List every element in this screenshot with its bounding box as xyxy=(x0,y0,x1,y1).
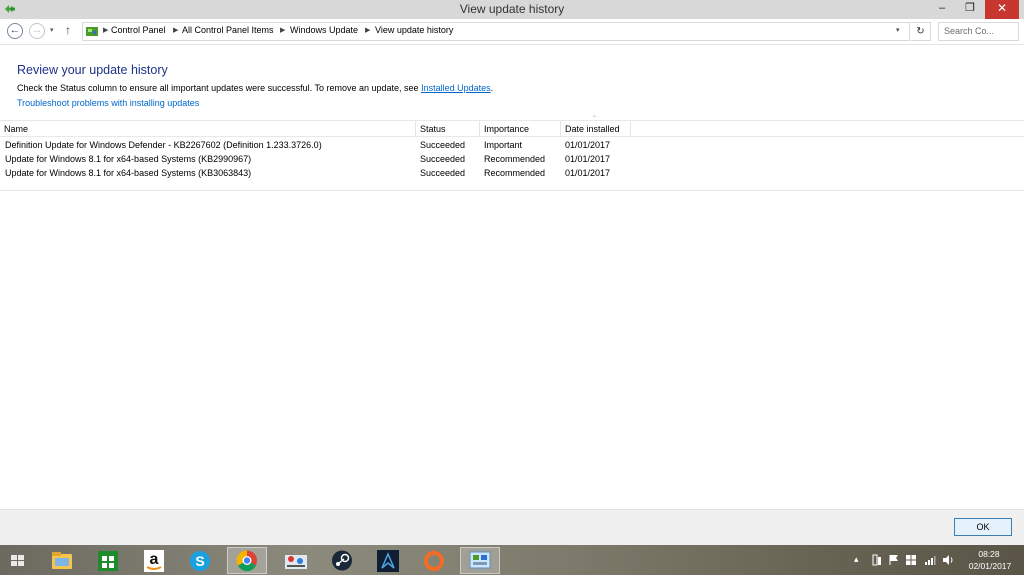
taskbar-file-explorer[interactable] xyxy=(42,547,82,574)
device-icon[interactable] xyxy=(871,554,883,566)
column-header-status[interactable]: Status xyxy=(416,124,446,138)
dark-app-icon xyxy=(377,550,399,572)
search-input[interactable]: Search Co... xyxy=(938,22,1019,41)
close-button[interactable]: ✕ xyxy=(985,0,1019,19)
address-bar[interactable]: ▶ Control Panel ▶ All Control Panel Item… xyxy=(82,22,910,41)
table-divider xyxy=(0,190,1024,191)
title-bar: View update history – ❐ ✕ xyxy=(0,0,1024,19)
breadcrumb-separator-icon: ▶ xyxy=(280,27,286,34)
table-row[interactable]: Update for Windows 8.1 for x64-based Sys… xyxy=(0,153,1024,167)
start-button-icon xyxy=(11,555,24,566)
clock-date[interactable]: 02/01/2017 xyxy=(965,561,1015,571)
taskbar-dark-app[interactable] xyxy=(368,547,408,574)
action-center-flag-icon[interactable] xyxy=(888,554,900,566)
taskbar-skype[interactable]: S xyxy=(180,547,220,574)
system-tray: ▴ 08:28 02/01/2017 xyxy=(850,545,1024,575)
update-importance: Recommended xyxy=(484,168,546,178)
refresh-button[interactable]: ↻ xyxy=(911,22,931,41)
origin-icon xyxy=(424,549,444,571)
column-header-date-installed[interactable]: Date installed xyxy=(561,124,620,138)
up-button[interactable]: ↑ xyxy=(65,23,71,37)
breadcrumb-view-update-history[interactable]: View update history xyxy=(375,25,453,35)
update-status: Succeeded xyxy=(420,154,466,164)
breadcrumb-separator-icon: ▶ xyxy=(103,27,109,34)
column-header-importance[interactable]: Importance xyxy=(480,124,529,138)
page-title: Review your update history xyxy=(17,63,168,77)
update-name: Update for Windows 8.1 for x64-based Sys… xyxy=(5,154,252,164)
table-row[interactable]: Update for Windows 8.1 for x64-based Sys… xyxy=(0,167,1024,181)
update-status: Succeeded xyxy=(420,168,466,178)
command-area: OK xyxy=(0,509,1024,545)
taskbar: a S ▴ 08:28 02/01/2017 xyxy=(0,545,1024,575)
update-date: 01/01/2017 xyxy=(565,154,611,164)
update-date: 01/01/2017 xyxy=(565,140,611,150)
description-prefix: Check the Status column to ensure all im… xyxy=(17,83,422,93)
column-divider[interactable] xyxy=(630,121,631,137)
network-signal-icon[interactable] xyxy=(924,554,936,566)
update-name: Definition Update for Windows Defender -… xyxy=(5,140,322,150)
update-status: Succeeded xyxy=(420,140,466,150)
installed-updates-link[interactable]: Installed Updates xyxy=(421,83,491,93)
breadcrumb-separator-icon: ▶ xyxy=(365,27,371,34)
breadcrumb-separator-icon: ▶ xyxy=(173,27,179,34)
svg-text:S: S xyxy=(195,553,204,569)
table-header: Name Status Importance Date installed xyxy=(0,120,1024,137)
update-date: 01/01/2017 xyxy=(565,168,611,178)
steam-icon xyxy=(332,550,352,571)
start-button[interactable] xyxy=(0,547,36,574)
amazon-icon: a xyxy=(144,550,164,572)
breadcrumb-control-panel[interactable]: Control Panel xyxy=(111,25,166,35)
control-panel-icon xyxy=(469,551,491,569)
taskbar-amazon[interactable]: a xyxy=(134,547,174,574)
breadcrumb-all-control-panel-items[interactable]: All Control Panel Items xyxy=(182,25,274,35)
search-placeholder: Search Co... xyxy=(944,26,995,36)
file-explorer-icon xyxy=(52,552,72,569)
description-suffix: . xyxy=(490,83,494,93)
update-importance: Important xyxy=(484,140,523,150)
column-header-name[interactable]: Name xyxy=(0,124,28,138)
update-name: Update for Windows 8.1 for x64-based Sys… xyxy=(5,168,252,178)
taskbar-origin[interactable] xyxy=(414,547,454,574)
address-dropdown-icon[interactable]: ▾ xyxy=(896,26,900,34)
table-row[interactable]: Definition Update for Windows Defender -… xyxy=(0,139,1024,153)
restore-button[interactable]: ❐ xyxy=(956,0,984,19)
navigation-bar: ← → ▾ ↑ ▶ Control Panel ▶ All Control Pa… xyxy=(0,19,1024,45)
description-text: Check the Status column to ensure all im… xyxy=(17,83,493,93)
windows-store-icon xyxy=(98,551,118,571)
recent-locations-dropdown-icon[interactable]: ▾ xyxy=(50,26,54,34)
minimize-button[interactable]: – xyxy=(928,0,956,19)
clock-time[interactable]: 08:28 xyxy=(977,549,1001,559)
breadcrumb-windows-update[interactable]: Windows Update xyxy=(290,25,358,35)
volume-icon[interactable] xyxy=(942,554,954,566)
ok-button[interactable]: OK xyxy=(954,518,1012,536)
forward-button[interactable]: → xyxy=(29,23,45,39)
back-button[interactable]: ← xyxy=(7,23,23,39)
taskbar-windows-store[interactable] xyxy=(88,547,128,574)
taskbar-network-map[interactable] xyxy=(276,547,316,574)
taskbar-steam[interactable] xyxy=(322,547,362,574)
windows-logo-icon[interactable] xyxy=(905,554,917,566)
show-hidden-icons-icon[interactable]: ▴ xyxy=(854,554,859,565)
update-importance: Recommended xyxy=(484,154,546,164)
window-title: View update history xyxy=(459,2,565,16)
skype-icon: S xyxy=(190,551,210,571)
troubleshoot-link[interactable]: Troubleshoot problems with installing up… xyxy=(17,98,199,108)
chrome-icon xyxy=(236,550,257,572)
network-map-icon xyxy=(285,555,307,569)
taskbar-chrome[interactable] xyxy=(227,547,267,574)
svg-text:a: a xyxy=(150,551,159,568)
taskbar-control-panel[interactable] xyxy=(460,547,500,574)
control-panel-icon xyxy=(86,27,98,36)
